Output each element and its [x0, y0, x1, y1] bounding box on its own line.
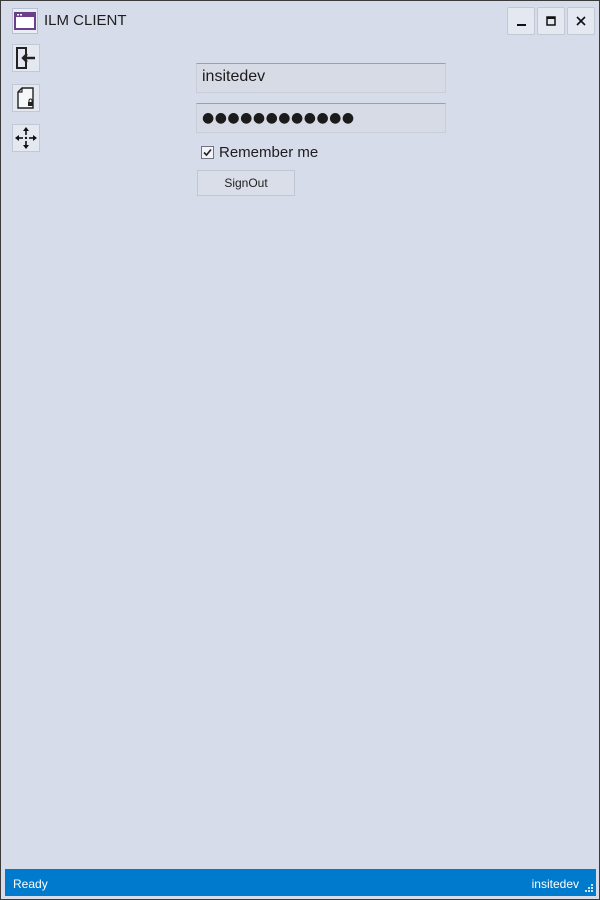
minimize-button[interactable] — [507, 7, 535, 35]
username-field[interactable]: insitedev — [196, 63, 446, 93]
move-arrows-icon — [15, 127, 37, 149]
maximize-icon — [546, 16, 556, 26]
status-text: Ready — [13, 877, 48, 891]
status-user: insitedev — [531, 877, 579, 891]
close-icon — [576, 16, 586, 26]
sign-out-tool-button[interactable] — [12, 44, 40, 72]
password-field[interactable]: ●●●●●●●●●●●● — [196, 103, 446, 133]
sign-out-icon — [16, 47, 35, 69]
remember-me-label: Remember me — [219, 144, 319, 161]
signout-button[interactable]: SignOut — [197, 170, 295, 196]
minimize-icon — [517, 24, 526, 26]
status-bar: Ready insitedev — [5, 869, 596, 896]
window-title: ILM CLIENT — [44, 12, 127, 29]
locked-document-icon — [17, 87, 34, 109]
move-tool-button[interactable] — [12, 124, 40, 152]
checkbox-box[interactable] — [201, 146, 214, 159]
app-window: ILM CLIENT insitedev ●●●●●●●●●●●● Rememb… — [0, 0, 600, 900]
app-window-icon — [12, 8, 38, 34]
close-button[interactable] — [567, 7, 595, 35]
resize-grip-icon[interactable] — [583, 884, 593, 894]
remember-me-checkbox[interactable]: Remember me — [201, 144, 318, 161]
maximize-button[interactable] — [537, 7, 565, 35]
lock-document-tool-button[interactable] — [12, 84, 40, 112]
checkmark-icon — [203, 148, 212, 157]
